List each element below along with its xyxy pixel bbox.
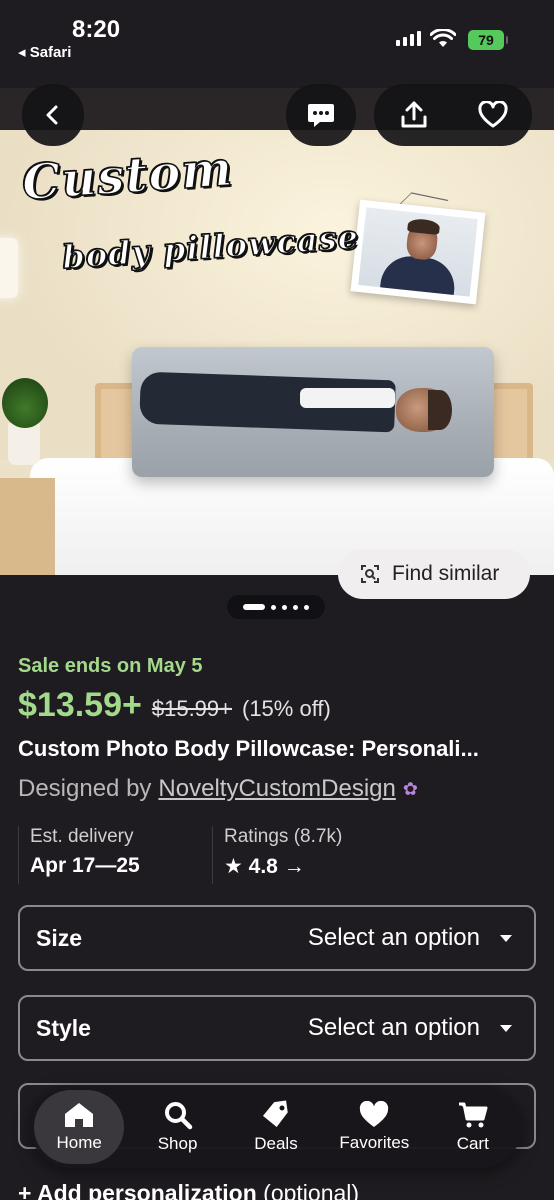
- price-row: $13.59+ $15.99+ (15% off): [18, 686, 331, 725]
- ratings-value[interactable]: ★ 4.8 →: [224, 854, 406, 879]
- ratings-label: Ratings (8.7k): [224, 826, 343, 847]
- nav-cart[interactable]: Cart: [428, 1090, 518, 1164]
- plant: [2, 378, 48, 428]
- share-icon: [401, 101, 426, 128]
- product-image[interactable]: Custom body pillowcase: [0, 88, 554, 575]
- style-value: Select an option: [307, 1014, 480, 1041]
- size-select[interactable]: Size Select an option: [18, 905, 536, 971]
- heart-outline-icon: [477, 101, 508, 128]
- shop-name-link[interactable]: NoveltyCustomDesign: [158, 775, 395, 803]
- bottom-navigation: Home Shop Deals Favorites Cart: [30, 1086, 522, 1168]
- wifi-icon: [430, 29, 456, 47]
- nav-deals[interactable]: Deals: [231, 1090, 321, 1164]
- nav-deals-label: Deals: [254, 1134, 298, 1153]
- carousel-dot: [293, 604, 298, 610]
- discount-percent: (15% off): [242, 696, 331, 721]
- cart-icon: [458, 1102, 488, 1128]
- original-price: $15.99+: [151, 696, 232, 721]
- share-button[interactable]: [374, 84, 453, 146]
- carousel-dot: [271, 604, 276, 610]
- carousel-dot: [304, 604, 309, 610]
- favorite-button[interactable]: [453, 84, 532, 146]
- nav-shop-label: Shop: [157, 1134, 198, 1153]
- nav-home[interactable]: Home: [34, 1090, 125, 1164]
- battery-indicator: 79: [468, 30, 508, 50]
- designed-by-label: Designed by: [18, 775, 152, 802]
- visual-search-icon: [361, 565, 379, 583]
- signal-icon: [396, 31, 421, 46]
- pillow-print-shirt: [300, 388, 395, 408]
- status-time: 8:20: [72, 16, 121, 43]
- image-carousel-indicator[interactable]: [227, 595, 325, 619]
- size-label: Size: [36, 924, 83, 951]
- delivery-value: Apr 17—25: [30, 854, 140, 877]
- size-value: Select an option: [307, 924, 480, 951]
- add-personalization-label: + Add personalization: [18, 1180, 257, 1200]
- star-seller-badge-icon: ✿: [402, 778, 418, 799]
- back-button[interactable]: [22, 84, 84, 146]
- lamp-decor: [0, 238, 18, 298]
- ratings-info[interactable]: Ratings (8.7k) ★ 4.8 →: [212, 826, 406, 884]
- hanging-photo: [350, 199, 486, 305]
- find-similar-button[interactable]: Find similar: [338, 549, 530, 599]
- find-similar-label: Find similar: [392, 562, 500, 585]
- home-icon: [65, 1103, 94, 1127]
- add-personalization-button[interactable]: + Add personalization (optional): [18, 1180, 359, 1200]
- designer-line: Designed by NoveltyCustomDesign ✿: [18, 775, 418, 803]
- back-to-safari-link[interactable]: ◂ Safari: [18, 43, 71, 61]
- nav-shop[interactable]: Shop: [133, 1090, 223, 1164]
- search-icon: [164, 1102, 192, 1130]
- sale-price: $13.59+: [18, 686, 142, 724]
- nav-favorites-label: Favorites: [339, 1133, 410, 1152]
- message-seller-button[interactable]: [286, 84, 356, 146]
- optional-label: (optional): [256, 1180, 360, 1200]
- status-bar: 8:20 ◂ Safari 79: [0, 0, 554, 88]
- style-select[interactable]: Style Select an option: [18, 995, 536, 1061]
- chat-icon: [308, 104, 334, 127]
- share-favorite-group: [374, 84, 532, 146]
- caret-down-icon: [500, 1024, 512, 1032]
- chevron-left-icon: [46, 105, 58, 125]
- plant-pot: [8, 423, 40, 465]
- carousel-dot-active: [243, 604, 265, 610]
- caret-down-icon: [500, 934, 512, 942]
- nav-home-label: Home: [56, 1133, 102, 1152]
- tag-icon: [262, 1100, 288, 1128]
- style-label: Style: [36, 1014, 91, 1041]
- listing-meta: Est. delivery Apr 17—25 Ratings (8.7k) ★…: [18, 826, 538, 884]
- heart-icon: [360, 1101, 389, 1127]
- delivery-info: Est. delivery Apr 17—25: [18, 826, 212, 884]
- delivery-label: Est. delivery: [30, 826, 134, 847]
- nightstand: [0, 478, 55, 575]
- carousel-dot: [282, 604, 287, 610]
- sale-ends-text: Sale ends on May 5: [18, 655, 203, 677]
- nav-cart-label: Cart: [456, 1134, 489, 1153]
- nav-favorites[interactable]: Favorites: [329, 1090, 419, 1164]
- product-title[interactable]: Custom Photo Body Pillowcase: Personali.…: [18, 736, 538, 762]
